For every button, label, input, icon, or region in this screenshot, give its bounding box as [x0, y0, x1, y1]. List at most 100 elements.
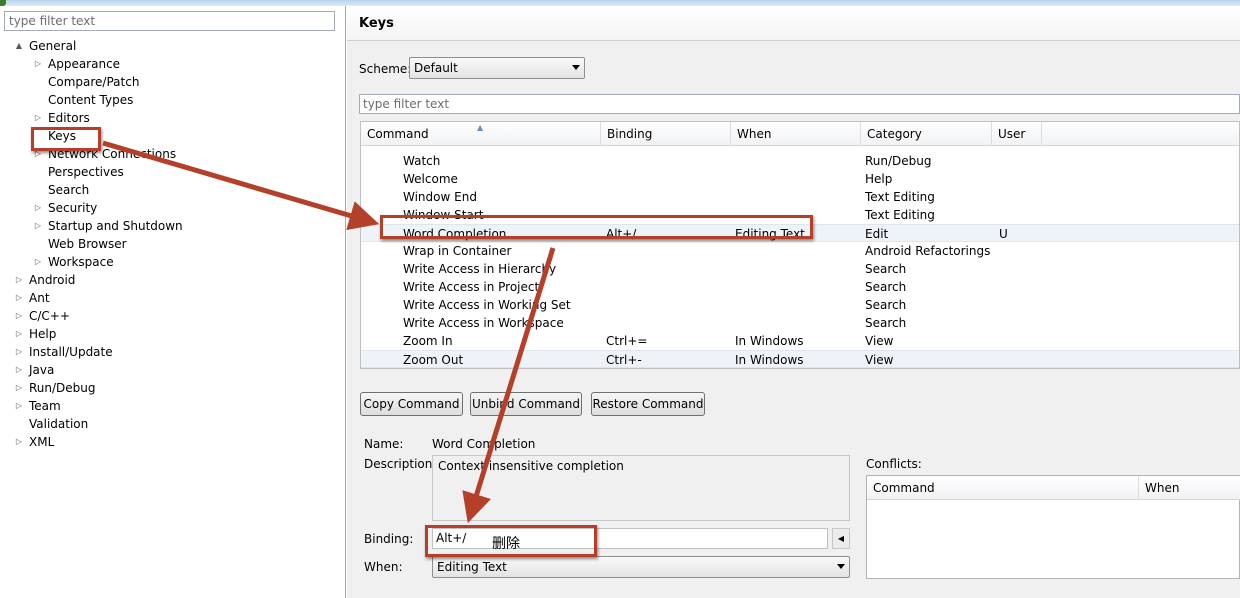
tree-item-network-connections[interactable]: ▷ Network Connections [0, 145, 340, 163]
tree-item-java[interactable]: ▷ Java [0, 361, 340, 379]
cell-command: Window End [403, 190, 477, 204]
tree-item-web-browser[interactable]: Web Browser [0, 235, 340, 253]
tree-item-search[interactable]: Search [0, 181, 340, 199]
expand-arrow-icon[interactable]: ▷ [34, 145, 42, 163]
expand-arrow-icon[interactable]: ▷ [15, 271, 23, 289]
tree-item-label: Web Browser [48, 237, 127, 251]
tree-item-help[interactable]: ▷ Help [0, 325, 340, 343]
tree-item-run-debug[interactable]: ▷ Run/Debug [0, 379, 340, 397]
tree-item-c-c-[interactable]: ▷ C/C++ [0, 307, 340, 325]
cell-command: Welcome [403, 172, 458, 186]
tree-item-perspectives[interactable]: Perspectives [0, 163, 340, 181]
unbind-command-button[interactable]: Unbind Command [470, 392, 582, 416]
tree-item-workspace[interactable]: ▷ Workspace [0, 253, 340, 271]
scheme-select-value: Default [414, 61, 458, 75]
copy-command-button[interactable]: Copy Command [360, 392, 463, 416]
cell-command: Write Access in Working Set [403, 298, 571, 312]
tree-item-general[interactable]: ▲ General [0, 37, 340, 55]
tree-item-install-update[interactable]: ▷ Install/Update [0, 343, 340, 361]
column-header-category[interactable]: Category [861, 122, 992, 146]
tree-item-content-types[interactable]: Content Types [0, 91, 340, 109]
column-header-when[interactable]: When [731, 122, 861, 146]
keys-preference-page: Keys Scheme: Default type filter text Co… [347, 6, 1240, 598]
cell-command: Wrap in Container [403, 244, 512, 258]
description-field[interactable]: Context insensitive completion [432, 455, 850, 521]
key-bindings-table: Command ▲ Binding When Category User Wat… [360, 121, 1240, 369]
when-label: When: [364, 560, 403, 574]
cell-binding: Ctrl+- [606, 353, 642, 367]
tree-item-label: Android [29, 273, 76, 287]
expand-arrow-icon[interactable]: ▷ [15, 361, 23, 379]
cell-category: Search [865, 262, 907, 276]
tree-item-label: Validation [29, 417, 89, 431]
tree-item-keys[interactable]: Keys [0, 127, 340, 145]
expand-arrow-icon[interactable]: ▷ [34, 199, 42, 217]
cell-binding: Ctrl+= [606, 334, 648, 348]
tree-item-label: Editors [48, 111, 90, 125]
tree-item-label: Help [29, 327, 57, 341]
tree-item-label: Appearance [48, 57, 121, 71]
table-row[interactable]: Write Access in Working Set Search [361, 296, 1239, 314]
expand-arrow-icon[interactable]: ▷ [34, 109, 42, 127]
tree-item-security[interactable]: ▷ Security [0, 199, 340, 217]
table-row[interactable]: Write Access in Workspace Search [361, 314, 1239, 332]
scheme-select[interactable]: Default [409, 57, 585, 79]
column-header-binding[interactable]: Binding [601, 122, 731, 146]
expand-arrow-icon[interactable]: ▷ [34, 55, 42, 73]
tree-item-startup-and-shutdown[interactable]: ▷ Startup and Shutdown [0, 217, 340, 235]
column-header-user[interactable]: User [992, 122, 1042, 146]
expand-arrow-icon[interactable]: ▷ [15, 289, 23, 307]
cell-category: View [865, 334, 894, 348]
expand-arrow-icon[interactable]: ▷ [15, 397, 23, 415]
table-row[interactable]: Write Access in Project Search [361, 278, 1239, 296]
table-row[interactable]: Welcome Help [361, 170, 1239, 188]
tree-item-ant[interactable]: ▷ Ant [0, 289, 340, 307]
name-value: Word Completion [432, 437, 536, 451]
table-row[interactable]: Watch Run/Debug [361, 152, 1239, 170]
table-row[interactable]: Zoom Out Ctrl+- In Windows View [361, 350, 1239, 368]
when-select-value: Editing Text [437, 560, 507, 574]
expand-arrow-icon[interactable]: ▷ [15, 325, 23, 343]
binding-menu-button[interactable]: ◀ [832, 528, 850, 549]
table-row[interactable]: Zoom In Ctrl+= In Windows View [361, 332, 1239, 350]
tree-item-team[interactable]: ▷ Team [0, 397, 340, 415]
tree-item-label: Keys [48, 129, 77, 143]
cell-command: Write Access in Hierarchy [403, 262, 557, 276]
restore-command-button[interactable]: Restore Command [591, 392, 705, 416]
table-row[interactable]: Word Completion Alt+/ Editing Text Edit U [361, 224, 1239, 242]
command-filter-input[interactable]: type filter text [359, 94, 1240, 114]
binding-value: Alt+/ [436, 531, 467, 545]
tree-item-validation[interactable]: Validation [0, 415, 340, 433]
expand-arrow-icon[interactable]: ▷ [15, 307, 23, 325]
tree-item-compare-patch[interactable]: Compare/Patch [0, 73, 340, 91]
tree-item-editors[interactable]: ▷ Editors [0, 109, 340, 127]
tree-item-label: C/C++ [29, 309, 70, 323]
table-row[interactable]: Wrap in Container Android Refactorings [361, 242, 1239, 260]
collapse-arrow-icon[interactable]: ▲ [15, 37, 23, 55]
chevron-left-icon: ◀ [837, 534, 845, 543]
when-select[interactable]: Editing Text [432, 556, 850, 578]
conflicts-column-when[interactable]: When [1139, 476, 1240, 500]
conflicts-label: Conflicts: [866, 457, 922, 471]
expand-arrow-icon[interactable]: ▷ [15, 343, 23, 361]
expand-arrow-icon[interactable]: ▷ [15, 379, 23, 397]
tree-item-label: Startup and Shutdown [48, 219, 183, 233]
chevron-down-icon [837, 564, 845, 569]
expand-arrow-icon[interactable]: ▷ [15, 433, 23, 451]
expand-arrow-icon[interactable]: ▷ [34, 217, 42, 235]
binding-field[interactable]: Alt+/ [432, 528, 828, 549]
tree-filter-input[interactable]: type filter text [4, 11, 335, 31]
tree-item-appearance[interactable]: ▷ Appearance [0, 55, 340, 73]
tree-item-android[interactable]: ▷ Android [0, 271, 340, 289]
conflicts-table: Command When [866, 475, 1240, 579]
table-row[interactable]: Write Access in Hierarchy Search [361, 260, 1239, 278]
name-label: Name: [364, 437, 404, 451]
tree-item-xml[interactable]: ▷ XML [0, 433, 340, 451]
conflicts-column-command[interactable]: Command [867, 476, 1139, 500]
table-row[interactable]: Window Start Text Editing [361, 206, 1239, 224]
cell-binding: Alt+/ [606, 227, 637, 241]
expand-arrow-icon[interactable]: ▷ [34, 253, 42, 271]
scheme-label: Scheme: [359, 62, 412, 76]
cell-command: Zoom Out [403, 353, 464, 367]
table-row[interactable]: Window End Text Editing [361, 188, 1239, 206]
